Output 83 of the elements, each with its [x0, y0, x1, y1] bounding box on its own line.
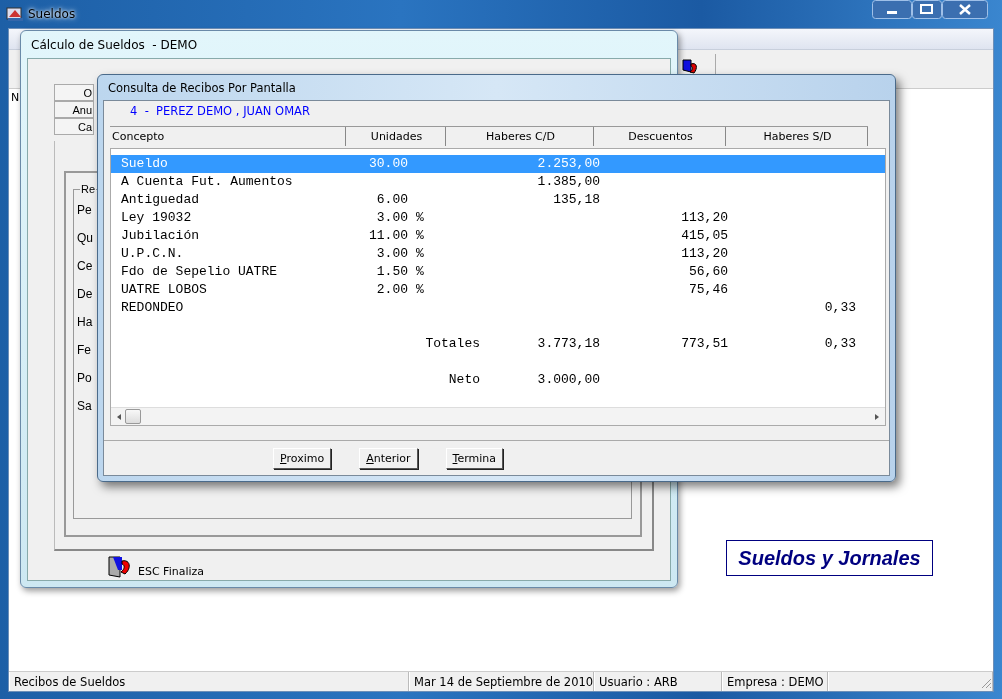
status-field: Mar 14 de Septiembre de 2010: [409, 672, 594, 691]
minimize-icon[interactable]: [872, 0, 912, 19]
total-cell: 3.773,18: [537, 336, 600, 351]
amount-cell: 2.253,00: [537, 156, 600, 171]
unit-cell: %: [416, 210, 424, 225]
amount-cell: 1.385,00: [537, 174, 600, 189]
window-title: Sueldos: [28, 7, 76, 21]
horizontal-scrollbar[interactable]: [111, 407, 885, 425]
dialog-button[interactable]: Proximo: [273, 447, 332, 469]
app-icon: [6, 5, 24, 23]
tab[interactable]: Anu: [54, 101, 94, 118]
amount-cell: 113,20: [681, 246, 728, 261]
status-field: Recibos de Sueldos: [9, 672, 409, 691]
column-header[interactable]: Haberes C/D: [446, 127, 594, 146]
net-value: 3.000,00: [537, 372, 600, 387]
concept-cell-text: Antiguedad: [120, 191, 200, 209]
employee-name: 4 - PEREZ DEMO , JUAN OMAR: [129, 103, 311, 120]
dialog-title: Consulta de Recibos Por Pantalla: [108, 80, 296, 95]
close-icon[interactable]: [942, 0, 988, 19]
exit-door-icon[interactable]: [681, 58, 699, 76]
tab[interactable]: O: [54, 84, 94, 101]
list-row[interactable]: Fdo de Sepelio UATRE 1.50 % 56,60: [111, 263, 885, 281]
units-cell: 3.00: [376, 246, 408, 261]
unit-cell: %: [416, 282, 424, 297]
group-label: Re: [80, 183, 97, 195]
concept-cell-text: Jubilación: [120, 227, 200, 245]
tab[interactable]: Ca: [54, 118, 94, 135]
net-label: Neto: [448, 372, 480, 387]
list-row[interactable]: Antiguedad 6.00 135,18: [111, 191, 885, 209]
units-cell: 2.00: [376, 282, 408, 297]
amount-cell: 135,18: [553, 192, 600, 207]
amount-cell: 0,33: [824, 300, 856, 315]
units-cell: 11.00: [369, 228, 408, 243]
field-label: Po: [77, 371, 93, 385]
scrollbar-thumb[interactable]: [125, 409, 141, 424]
concept-cell-text: Sueldo: [120, 155, 169, 173]
column-header[interactable]: Descuentos: [594, 127, 726, 146]
field-label: Ce: [77, 259, 93, 273]
amount-cell: 113,20: [681, 210, 728, 225]
unit-cell: %: [416, 246, 424, 261]
list-row[interactable]: REDONDEO 0,33: [111, 299, 885, 317]
field-label: Sa: [77, 399, 93, 413]
list-row[interactable]: A Cuenta Fut. Aumentos 1.385,00: [111, 173, 885, 191]
concept-cell-text: Fdo de Sepelio UATRE: [120, 263, 279, 281]
field-label: Pe: [77, 203, 93, 217]
list-row[interactable]: Ley 19032 3.00 % 113,20: [111, 209, 885, 227]
concept-cell-text: Ley 19032: [120, 209, 193, 227]
window-title: Cálculo de Sueldos - DEMO: [31, 37, 198, 52]
units-cell: 3.00: [376, 210, 408, 225]
concept-cell-text: A Cuenta Fut. Aumentos: [120, 173, 294, 191]
dialog-button[interactable]: Anterior: [359, 447, 418, 469]
units-cell: 6.00: [376, 192, 408, 207]
finish-button[interactable]: ESC Finaliza: [138, 565, 205, 578]
column-header[interactable]: Concepto: [110, 127, 346, 146]
status-field: Usuario : ARB: [594, 672, 722, 691]
brand-label: Sueldos y Jornales: [726, 540, 933, 576]
field-label: Fe: [77, 343, 92, 357]
resize-grip-icon[interactable]: [980, 677, 992, 689]
amount-cell: 75,46: [689, 282, 728, 297]
concept-cell-text: REDONDEO: [120, 299, 185, 317]
column-header[interactable]: Haberes S/D: [726, 127, 868, 146]
column-header: N: [11, 91, 20, 104]
field-label: Qu: [77, 231, 93, 245]
units-cell: 30.00: [369, 156, 408, 171]
unit-cell: %: [416, 264, 424, 279]
total-cell: 0,33: [824, 336, 856, 351]
concept-cell-text: U.P.C.N.: [120, 245, 185, 263]
list-row[interactable]: UATRE LOBOS 2.00 % 75,46: [111, 281, 885, 299]
units-cell: 1.50: [376, 264, 408, 279]
list-row[interactable]: U.P.C.N. 3.00 % 113,20: [111, 245, 885, 263]
column-header[interactable]: Unidades: [346, 127, 446, 146]
list-row[interactable]: Jubilación 11.00 % 415,05: [111, 227, 885, 245]
dialog-button[interactable]: Termina: [445, 447, 503, 469]
field-label: De: [77, 287, 93, 301]
field-label: Ha: [77, 315, 93, 329]
amount-cell: 56,60: [689, 264, 728, 279]
status-field: Empresa : DEMO: [722, 672, 828, 691]
unit-cell: %: [416, 228, 424, 243]
maximize-icon[interactable]: [912, 0, 942, 19]
concept-cell-text: UATRE LOBOS: [120, 281, 208, 299]
totals-label: Totales: [425, 336, 480, 351]
total-cell: 773,51: [681, 336, 728, 351]
amount-cell: 415,05: [681, 228, 728, 243]
